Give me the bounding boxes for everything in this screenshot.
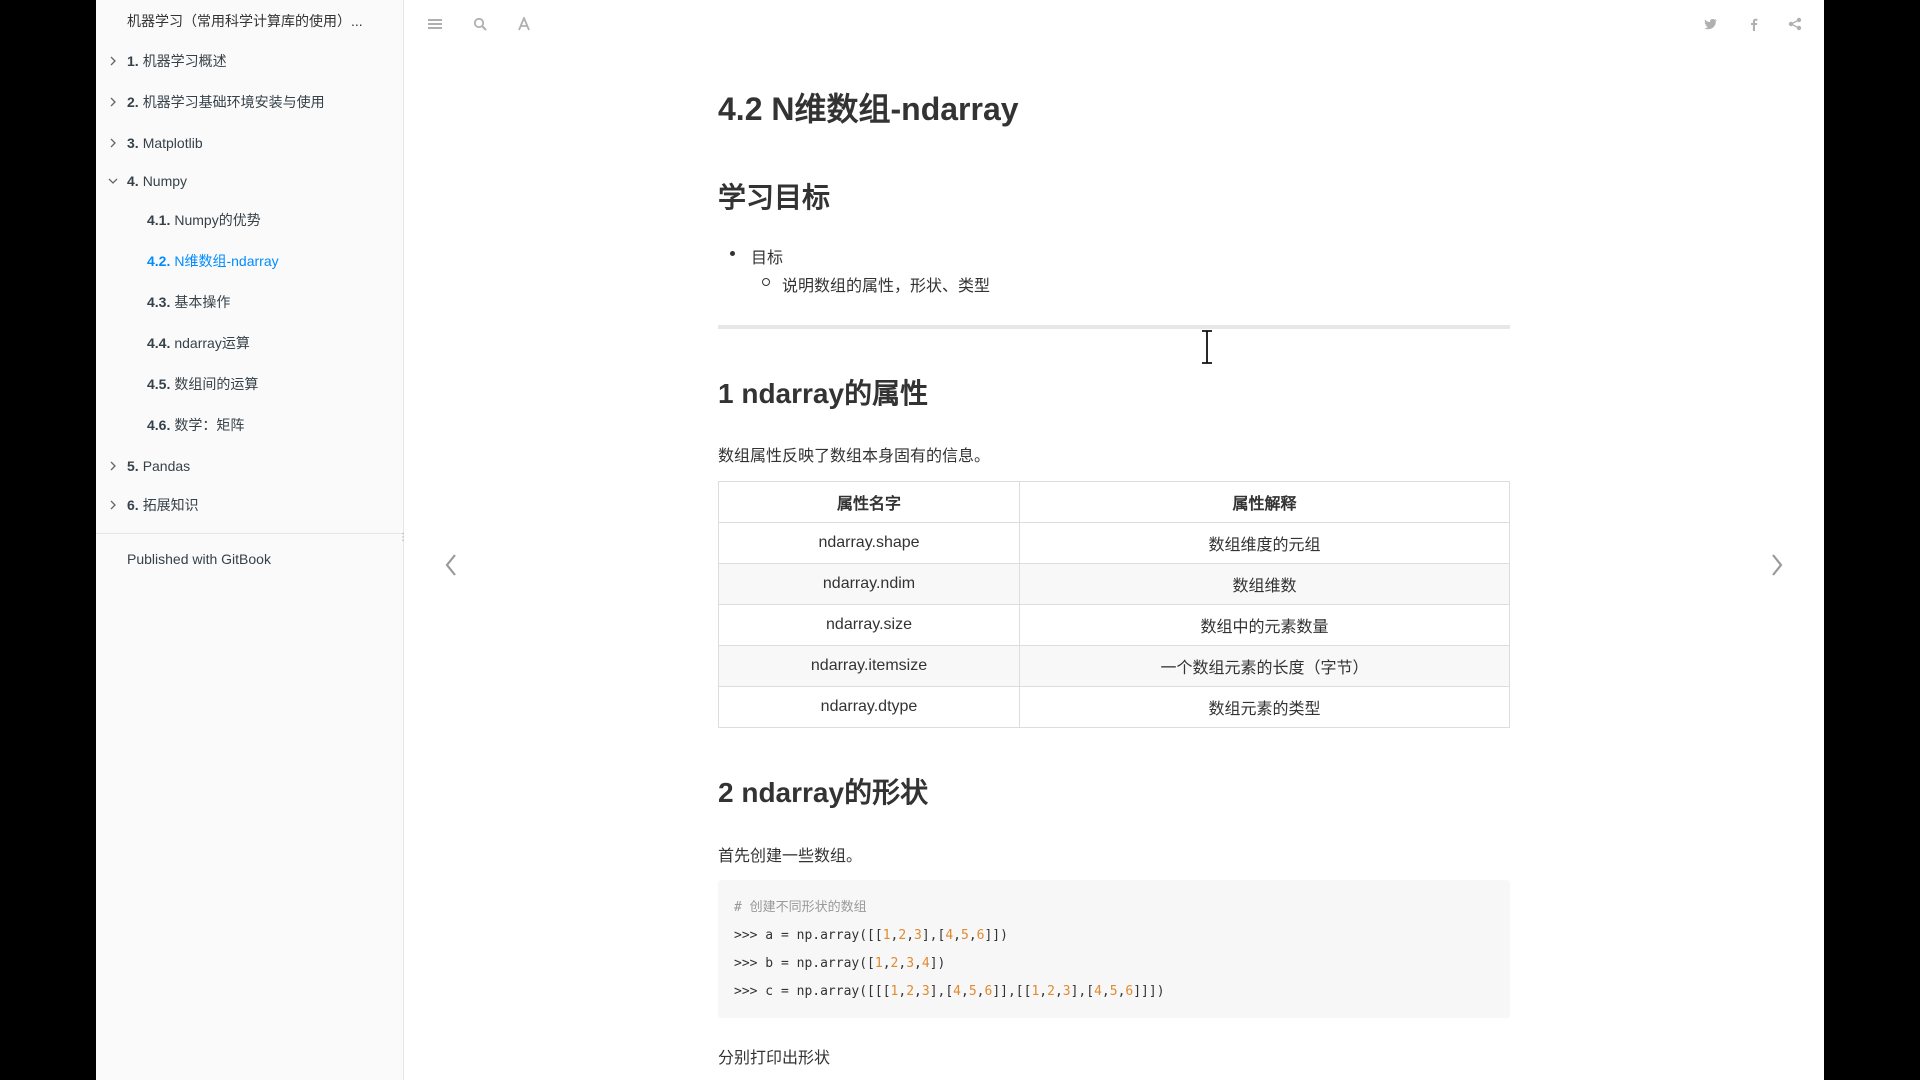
section-paragraph: 分别打印出形状: [718, 1050, 831, 1067]
menu-icon[interactable]: [425, 14, 445, 34]
sidebar-item-label: 拓展知识: [142, 497, 199, 513]
horizontal-rule: [718, 325, 1510, 329]
code-comment: # 创建不同形状的数组: [734, 900, 867, 915]
chevron-down-icon[interactable]: [108, 177, 118, 185]
table-cell: ndarray.dtype: [718, 686, 1020, 728]
sidebar-item-matplotlib[interactable]: 3. Matplotlib: [96, 128, 404, 158]
table-cell: ndarray.shape: [718, 522, 1020, 564]
sidebar-item-label: Numpy的优势: [174, 212, 261, 228]
chevron-right-icon[interactable]: [108, 97, 118, 107]
twitter-icon[interactable]: [1701, 14, 1721, 34]
section-paragraph: 数组属性反映了数组本身固有的信息。: [718, 448, 991, 465]
section-paragraph: 首先创建一些数组。: [718, 848, 863, 865]
section-heading-attributes: 1 ndarray的属性: [718, 378, 929, 409]
chevron-right-icon[interactable]: [108, 461, 118, 471]
table-cell: 一个数组元素的长度（字节）: [1019, 645, 1510, 687]
sidebar-item-label: 数组间的运算: [174, 376, 259, 392]
code-line: >>> a = np.array([[1,2,3],[4,5,6]]): [734, 928, 1008, 943]
goal-sub-bullet: 说明数组的属性，形状、类型: [761, 272, 990, 296]
table-cell: ndarray.itemsize: [718, 645, 1020, 687]
sidebar-item-numpy-advantages[interactable]: 4.1. Numpy的优势: [96, 205, 404, 235]
sidebar-item-env-setup[interactable]: 2. 机器学习基础环境安装与使用: [96, 87, 404, 117]
gitbook-window: 机器学习（常用科学计算库的使用）... 1. 机器学习概述 2. 机器学习基础环境安…: [96, 0, 1824, 1080]
sidebar-item-basic-ops[interactable]: 4.3. 基本操作: [96, 287, 404, 317]
sidebar-item-label: 数学：矩阵: [174, 417, 245, 433]
code-line: >>> b = np.array([1,2,3,4]): [734, 956, 946, 971]
sidebar-item-extension[interactable]: 6. 拓展知识: [96, 490, 404, 520]
previous-page-arrow-icon[interactable]: [436, 545, 466, 585]
sidebar-item-label: ndarray运算: [174, 335, 250, 351]
section-heading-shape: 2 ndarray的形状: [718, 777, 929, 808]
table-cell: 数组维度的元组: [1019, 522, 1510, 564]
resize-handle-icon[interactable]: ⋮: [398, 532, 408, 546]
table-cell: ndarray.size: [718, 604, 1020, 646]
sidebar-divider: [96, 533, 404, 534]
table-cell: ndarray.ndim: [718, 563, 1020, 605]
search-icon[interactable]: [470, 14, 490, 34]
table-row: ndarray.size 数组中的元素数量: [718, 604, 1510, 646]
table-row: ndarray.ndim 数组维数: [718, 563, 1510, 605]
table-cell: 数组元素的类型: [1019, 686, 1510, 728]
goal-bullet: 目标: [729, 244, 783, 268]
sidebar-item-ml-overview[interactable]: 1. 机器学习概述: [96, 46, 404, 76]
table-header-row: 属性名字 属性解释: [718, 481, 1510, 523]
sidebar: 机器学习（常用科学计算库的使用）... 1. 机器学习概述 2. 机器学习基础环境安…: [96, 0, 408, 1080]
table-cell: 数组中的元素数量: [1019, 604, 1510, 646]
next-page-arrow-icon[interactable]: [1762, 545, 1792, 585]
sidebar-item-array-ops[interactable]: 4.5. 数组间的运算: [96, 369, 404, 399]
table-row: ndarray.shape 数组维度的元组: [718, 522, 1510, 564]
table-header-cell: 属性名字: [718, 481, 1020, 523]
table-header-cell: 属性解释: [1019, 481, 1510, 523]
sidebar-item-matrix[interactable]: 4.6. 数学：矩阵: [96, 410, 404, 440]
chevron-right-icon[interactable]: [108, 56, 118, 66]
attributes-table: 属性名字 属性解释 ndarray.shape 数组维度的元组 ndarray.…: [718, 481, 1510, 728]
page-title: 4.2 N维数组-ndarray: [718, 91, 1019, 127]
sidebar-item-label: Pandas: [142, 458, 191, 474]
published-with-gitbook-link[interactable]: Published with GitBook: [127, 551, 271, 567]
facebook-icon[interactable]: [1744, 14, 1764, 34]
sidebar-item-label: Numpy: [142, 173, 188, 189]
sidebar-item-label: 机器学习概述: [142, 53, 227, 69]
text-cursor-icon: [1199, 329, 1215, 365]
book-title[interactable]: 机器学习（常用科学计算库的使用）...: [127, 11, 387, 31]
sidebar-item-label: 基本操作: [174, 294, 231, 310]
sidebar-item-label: 机器学习基础环境安装与使用: [142, 94, 325, 110]
share-icon[interactable]: [1785, 14, 1805, 34]
sidebar-item-pandas[interactable]: 5. Pandas: [96, 451, 404, 481]
sidebar-item-ndarray[interactable]: 4.2. N维数组-ndarray: [96, 246, 404, 276]
code-block[interactable]: # 创建不同形状的数组 >>> a = np.array([[1,2,3],[4…: [718, 880, 1510, 1018]
sidebar-item-label: Matplotlib: [142, 135, 203, 151]
chevron-right-icon[interactable]: [108, 500, 118, 510]
table-cell: 数组维数: [1019, 563, 1510, 605]
learning-goals-heading: 学习目标: [718, 182, 831, 213]
font-settings-icon[interactable]: [514, 14, 534, 34]
chevron-right-icon[interactable]: [108, 138, 118, 148]
table-row: ndarray.dtype 数组元素的类型: [718, 686, 1510, 728]
sidebar-item-numpy[interactable]: 4. Numpy: [96, 166, 404, 196]
sidebar-item-label: N维数组-ndarray: [174, 253, 279, 269]
code-line: >>> c = np.array([[[1,2,3],[4,5,6]],[[1,…: [734, 984, 1165, 999]
sidebar-item-ndarray-ops[interactable]: 4.4. ndarray运算: [96, 328, 404, 358]
table-row: ndarray.itemsize 一个数组元素的长度（字节）: [718, 645, 1510, 687]
